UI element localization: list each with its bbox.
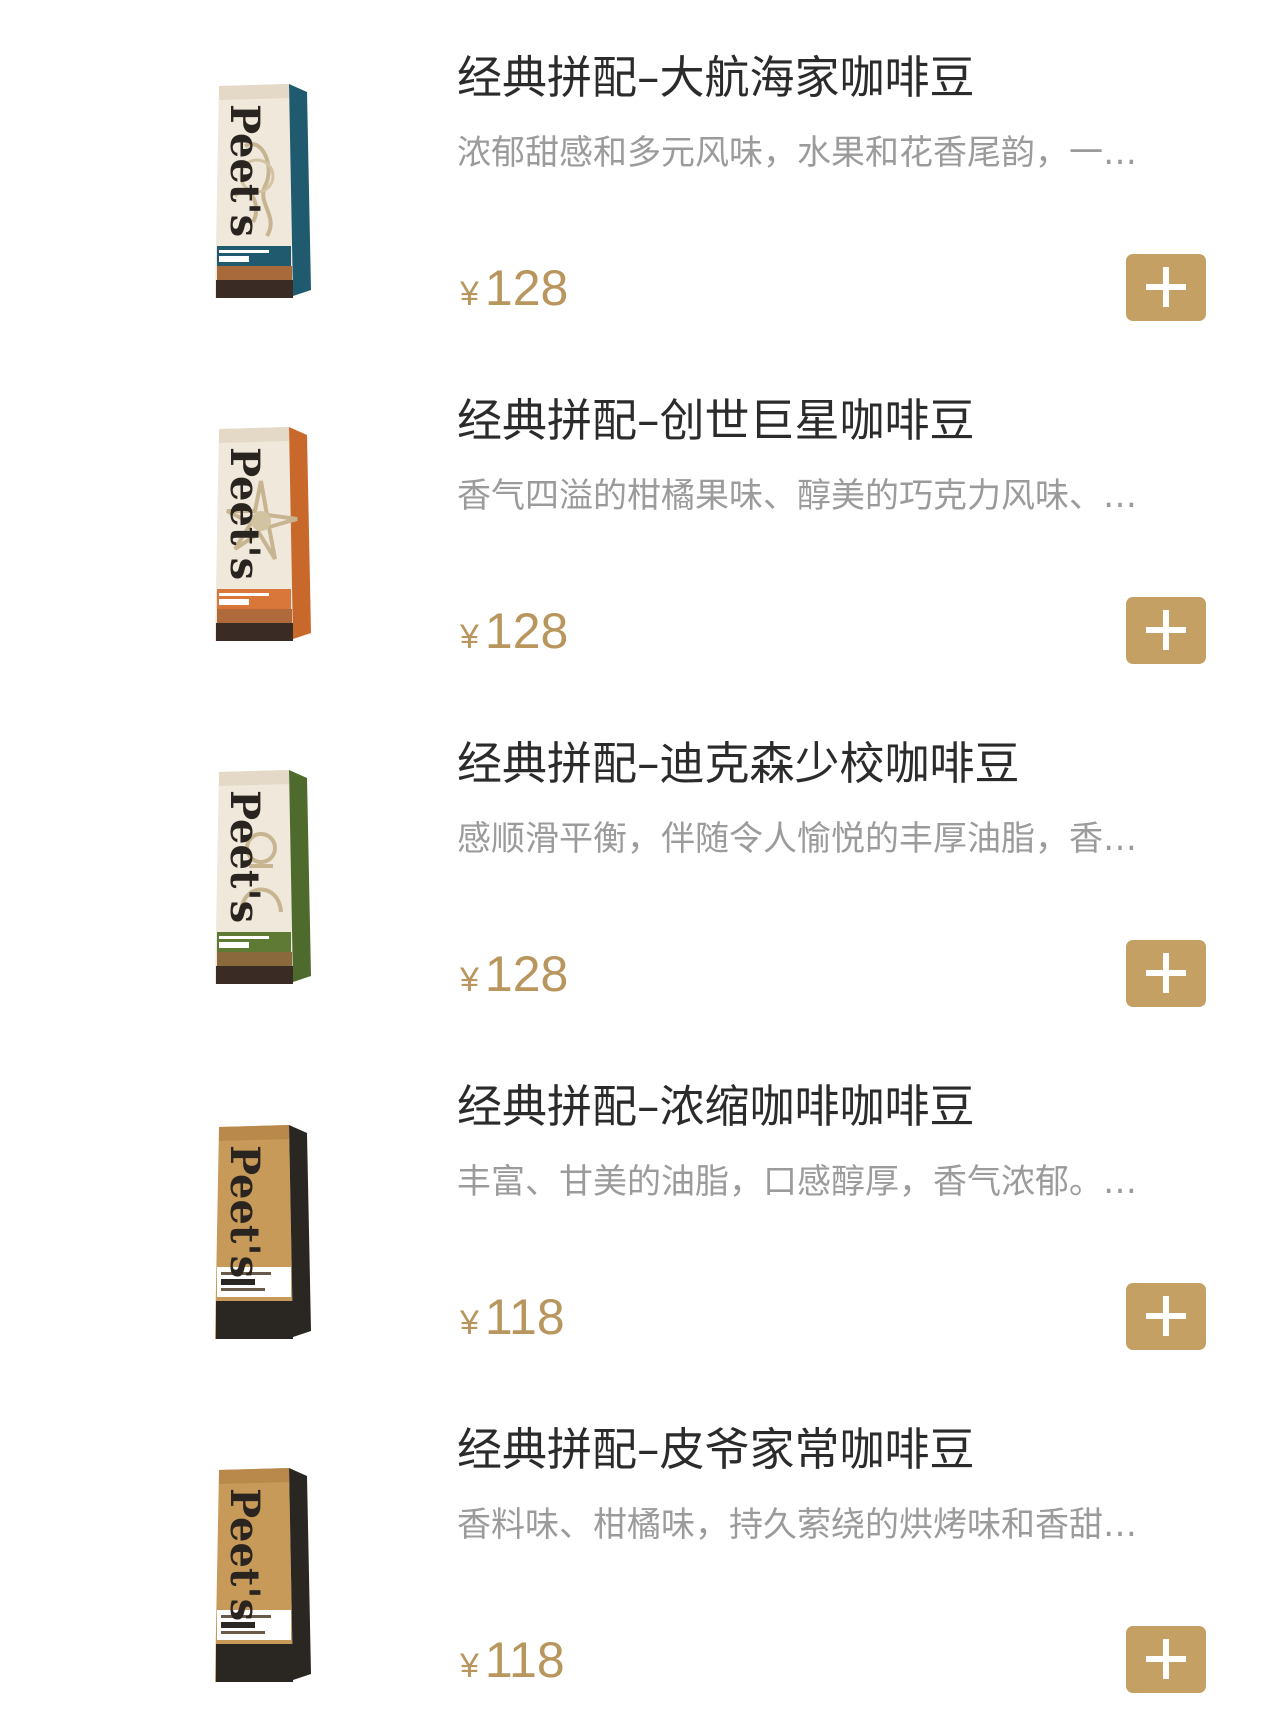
plus-icon [1146, 1296, 1186, 1336]
price-amount: 128 [484, 260, 569, 316]
product-price: ¥118 [460, 1630, 565, 1690]
plus-icon [1146, 610, 1186, 650]
product-price: ¥128 [460, 601, 568, 661]
product-description: 香气四溢的柑橘果味、醇美的巧克力风味、… [457, 476, 1137, 516]
add-to-cart-button[interactable] [1126, 1283, 1206, 1350]
price-amount: 118 [484, 1289, 565, 1345]
product-card[interactable]: Peet's 经典拼配–创世巨星咖啡豆 香气四溢的柑橘果味、醇美的巧克力风味、…… [0, 343, 1284, 686]
price-amount: 128 [484, 603, 569, 659]
currency-symbol: ¥ [460, 618, 479, 656]
plus-icon [1146, 953, 1186, 993]
product-card[interactable]: Peet's 经典拼配–皮爷家常咖啡豆 香料味、柑橘味，持久萦绕的烘烤味和香甜…… [0, 1372, 1284, 1715]
product-description: 浓郁甜感和多元风味，水果和花香尾韵，一… [457, 133, 1137, 173]
svg-text:Peet's: Peet's [221, 790, 268, 923]
product-name[interactable]: 经典拼配–大航海家咖啡豆 [457, 48, 1197, 108]
product-price: ¥128 [460, 944, 568, 1004]
product-name[interactable]: 经典拼配–创世巨星咖啡豆 [457, 391, 1197, 451]
product-description: 丰富、甘美的油脂，口感醇厚，香气浓郁。… [457, 1162, 1137, 1202]
coffee-bag-icon: Peet's [215, 1468, 311, 1682]
svg-text:Peet's: Peet's [221, 447, 268, 580]
currency-symbol: ¥ [460, 1647, 479, 1685]
currency-symbol: ¥ [460, 961, 479, 999]
currency-symbol: ¥ [460, 275, 479, 313]
product-description: 感顺滑平衡，伴随令人愉悦的丰厚油脂，香… [457, 819, 1137, 859]
svg-text:Peet's: Peet's [221, 1488, 268, 1621]
product-image[interactable]: Peet's [205, 1117, 317, 1339]
coffee-bag-icon: Peet's [215, 427, 311, 641]
product-card[interactable]: Peet's 经典拼配–浓缩咖啡咖啡豆 丰富、甘美的油脂，口感醇厚，香气浓郁。…… [0, 1029, 1284, 1372]
add-to-cart-button[interactable] [1126, 597, 1206, 664]
product-name[interactable]: 经典拼配–浓缩咖啡咖啡豆 [457, 1077, 1197, 1137]
product-card[interactable]: Peet's 经典拼配–大航海家咖啡豆 浓郁甜感和多元风味，水果和花香尾韵，一…… [0, 0, 1284, 343]
plus-icon [1146, 267, 1186, 307]
price-amount: 128 [484, 946, 569, 1002]
add-to-cart-button[interactable] [1126, 1626, 1206, 1693]
product-image[interactable]: Peet's [205, 76, 317, 298]
product-price: ¥128 [460, 258, 568, 318]
svg-text:Peet's: Peet's [221, 1145, 268, 1278]
product-price: ¥118 [460, 1287, 565, 1347]
coffee-bag-icon: Peet's [215, 770, 311, 984]
product-image[interactable]: Peet's [205, 419, 317, 641]
coffee-bag-icon: Peet's [215, 84, 311, 298]
product-list: Peet's 经典拼配–大航海家咖啡豆 浓郁甜感和多元风味，水果和花香尾韵，一…… [0, 0, 1284, 1713]
currency-symbol: ¥ [460, 1304, 479, 1342]
product-image[interactable]: Peet's [205, 1460, 317, 1682]
product-name[interactable]: 经典拼配–迪克森少校咖啡豆 [457, 734, 1197, 794]
add-to-cart-button[interactable] [1126, 940, 1206, 1007]
product-name[interactable]: 经典拼配–皮爷家常咖啡豆 [457, 1420, 1197, 1480]
plus-icon [1146, 1639, 1186, 1679]
price-amount: 118 [484, 1632, 565, 1688]
product-description: 香料味、柑橘味，持久萦绕的烘烤味和香甜… [457, 1505, 1137, 1545]
product-image[interactable]: Peet's [205, 762, 317, 984]
product-card[interactable]: Peet's 经典拼配–迪克森少校咖啡豆 感顺滑平衡，伴随令人愉悦的丰厚油脂，香… [0, 686, 1284, 1029]
svg-text:Peet's: Peet's [221, 104, 268, 237]
add-to-cart-button[interactable] [1126, 254, 1206, 321]
coffee-bag-icon: Peet's [215, 1125, 311, 1339]
